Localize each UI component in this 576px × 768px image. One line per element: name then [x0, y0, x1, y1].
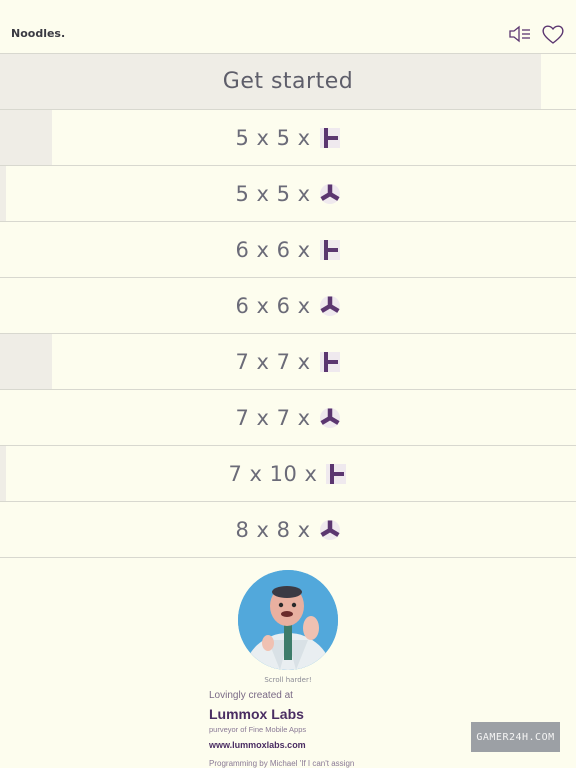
puzzle-row[interactable]: 5 x 5 x: [0, 110, 576, 166]
puzzle-size-text: 5 x 5 x: [235, 125, 311, 150]
puzzle-label: 8 x 8 x: [0, 502, 576, 557]
puzzle-row[interactable]: 6 x 6 x: [0, 278, 576, 334]
created-text: Lovingly created at: [209, 690, 293, 701]
t-piece-icon: [319, 351, 341, 373]
company-name[interactable]: Lummox Labs: [209, 706, 304, 722]
tri-piece-icon: [319, 407, 341, 429]
t-piece-icon: [319, 239, 341, 261]
puzzle-size-text: 7 x 7 x: [235, 349, 311, 374]
puzzle-label: 5 x 5 x: [0, 166, 576, 221]
puzzle-row[interactable]: 8 x 8 x: [0, 502, 576, 558]
t-piece-icon: [325, 463, 347, 485]
tri-piece-icon: [319, 183, 341, 205]
puzzle-row[interactable]: 7 x 7 x: [0, 334, 576, 390]
puzzle-row[interactable]: 6 x 6 x: [0, 222, 576, 278]
puzzle-label: 6 x 6 x: [0, 222, 576, 277]
credits-text: Programming by Michael 'If I can't assig…: [209, 759, 355, 768]
puzzle-size-text: 7 x 7 x: [235, 405, 311, 430]
puzzle-label: 6 x 6 x: [0, 278, 576, 333]
puzzle-size-text: 5 x 5 x: [235, 181, 311, 206]
top-bar: Noodles.: [0, 0, 576, 54]
app-title: Noodles.: [11, 27, 66, 40]
company-tagline: purveyor of Fine Mobile Apps: [209, 725, 307, 734]
watermark: GAMER24H.COM: [471, 722, 560, 752]
puzzle-size-text: 6 x 6 x: [235, 237, 311, 262]
tri-piece-icon: [319, 295, 341, 317]
puzzle-row[interactable]: 7 x 10 x: [0, 446, 576, 502]
speaker-icon[interactable]: [508, 23, 532, 45]
puzzle-label: 7 x 7 x: [0, 334, 576, 389]
tri-piece-icon: [319, 519, 341, 541]
heart-icon[interactable]: [541, 23, 565, 45]
puzzle-size-text: 8 x 8 x: [235, 517, 311, 542]
get-started-button[interactable]: Get started: [0, 54, 576, 110]
puzzle-size-text: 7 x 10 x: [228, 461, 318, 486]
t-piece-icon: [319, 127, 341, 149]
puzzle-label: 5 x 5 x: [0, 110, 576, 165]
mascot-avatar[interactable]: [238, 570, 338, 670]
puzzle-row[interactable]: 5 x 5 x: [0, 166, 576, 222]
puzzle-label: 7 x 10 x: [0, 446, 576, 501]
scroll-hint: Scroll harder!: [264, 676, 312, 684]
puzzle-row[interactable]: 7 x 7 x: [0, 390, 576, 446]
puzzle-label: 7 x 7 x: [0, 390, 576, 445]
company-url-link[interactable]: www.lummoxlabs.com: [209, 740, 306, 750]
puzzle-size-text: 6 x 6 x: [235, 293, 311, 318]
get-started-label: Get started: [222, 69, 354, 94]
